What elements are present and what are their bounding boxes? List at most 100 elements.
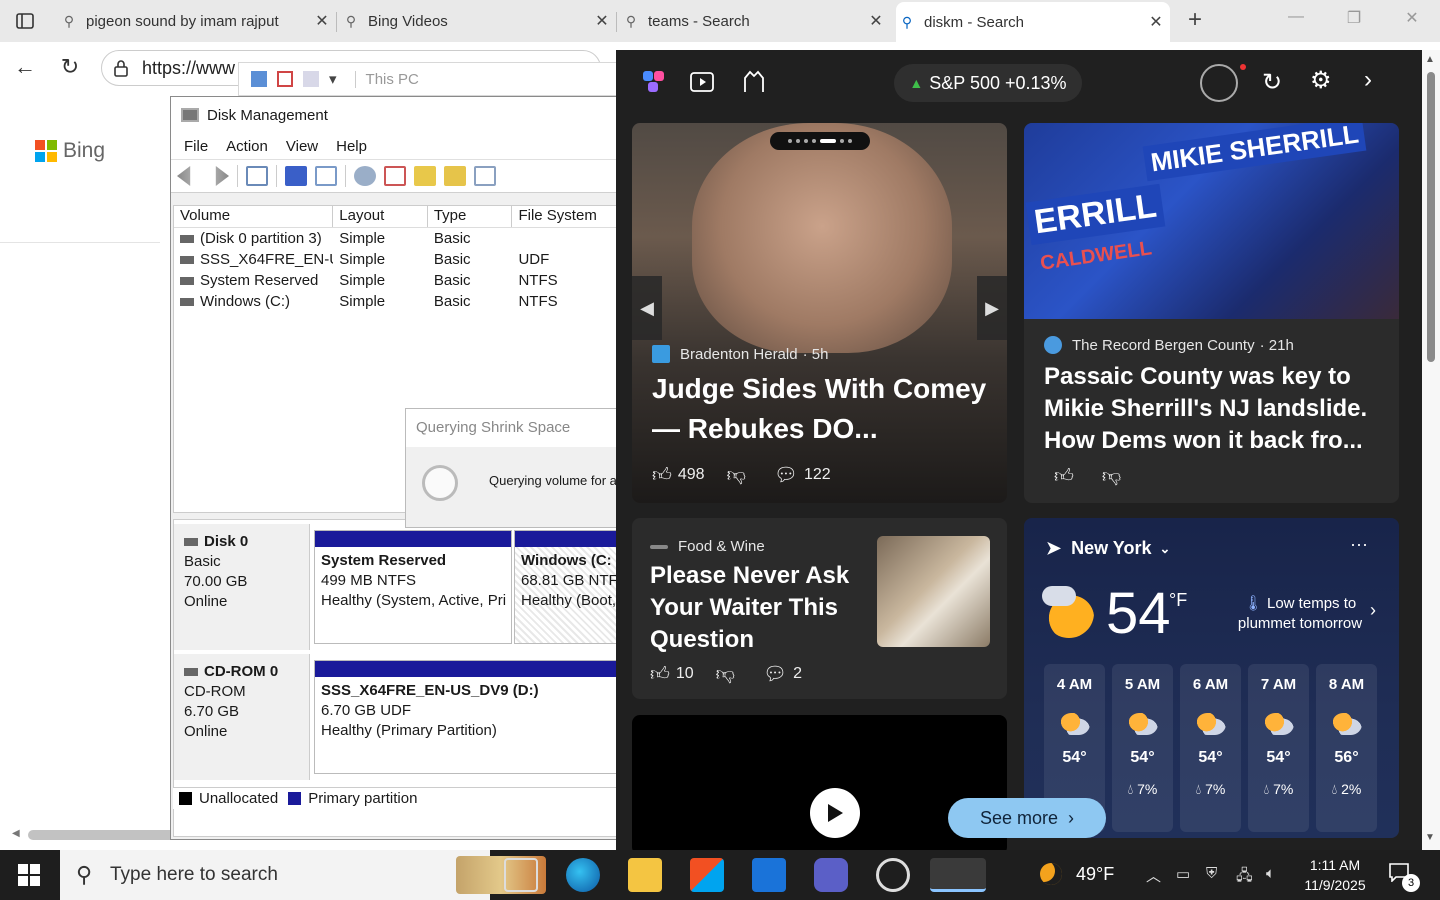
- console-icon[interactable]: [246, 166, 268, 186]
- disk-management-taskbar-icon[interactable]: [930, 858, 986, 892]
- column-volume[interactable]: Volume: [174, 206, 334, 227]
- cdrom-0-info[interactable]: CD-ROM 0 CD-ROM 6.70 GB Online: [174, 654, 310, 780]
- news-card-food-wine[interactable]: Food & Wine Please Never Ask Your Waiter…: [632, 518, 1007, 699]
- close-tab-icon[interactable]: ✕: [1142, 12, 1170, 32]
- minimize-icon[interactable]: —: [1276, 8, 1316, 26]
- disk-0-info[interactable]: Disk 0 Basic 70.00 GB Online: [174, 524, 310, 650]
- forward-icon[interactable]: [215, 166, 229, 186]
- tab-actions-icon[interactable]: [8, 8, 42, 34]
- close-tab-icon[interactable]: ✕: [308, 11, 336, 31]
- volume-icon[interactable]: 🔈︎: [1266, 865, 1275, 882]
- column-type[interactable]: Type: [428, 206, 513, 227]
- close-tab-icon[interactable]: ✕: [862, 11, 890, 31]
- news-headline[interactable]: Please Never Ask Your Waiter This Questi…: [650, 560, 870, 656]
- partition-cdrom-d[interactable]: SSS_X64FRE_EN-US_DV9 (D:) 6.70 GB UDF He…: [314, 660, 620, 774]
- new-folder-icon[interactable]: [414, 166, 436, 186]
- chevron-right-icon[interactable]: ›: [1364, 66, 1372, 94]
- thumbs-down-icon[interactable]: 👎︎: [1102, 465, 1121, 488]
- bing-logo[interactable]: Bing: [35, 139, 105, 163]
- menu-help[interactable]: Help: [327, 138, 376, 155]
- hourly-forecast[interactable]: 5 AM 54° 💧︎ 7%: [1112, 664, 1173, 832]
- close-window-icon[interactable]: ✕: [1392, 8, 1432, 28]
- hourly-forecast[interactable]: 8 AM 56° 💧︎ 2%: [1316, 664, 1377, 832]
- news-headline[interactable]: Judge Sides With Comey — Rebukes DO...: [652, 369, 997, 449]
- table-row[interactable]: SSS_X64FRE_EN-U... Simple Basic UDF: [174, 249, 618, 270]
- table-row[interactable]: Windows (C:) Simple Basic NTFS: [174, 291, 618, 312]
- mail-icon[interactable]: [752, 858, 786, 892]
- video-icon[interactable]: [688, 68, 716, 96]
- hourly-forecast[interactable]: 7 AM 54° 💧︎ 7%: [1248, 664, 1309, 832]
- tab-bing-videos[interactable]: ⚲ Bing Videos ✕: [340, 4, 616, 38]
- network-icon[interactable]: 🖧︎: [1236, 865, 1253, 890]
- carousel-prev-icon[interactable]: ◀: [632, 276, 662, 340]
- properties-icon[interactable]: [474, 166, 496, 186]
- maximize-icon[interactable]: ❐: [1334, 8, 1374, 28]
- meet-now-icon[interactable]: ▭: [1176, 865, 1190, 883]
- thumbs-down-icon[interactable]: 👎︎: [716, 663, 735, 686]
- connect-icon[interactable]: [354, 166, 376, 186]
- menu-file[interactable]: File: [175, 138, 217, 155]
- taskbar-weather[interactable]: 49°F: [1040, 863, 1114, 885]
- play-icon[interactable]: [810, 788, 860, 838]
- thumbs-up-icon[interactable]: 👍︎: [1054, 465, 1074, 488]
- task-view-icon[interactable]: [504, 858, 538, 892]
- edge-icon[interactable]: [566, 858, 600, 892]
- thumbs-up-icon[interactable]: 👍︎: [650, 663, 670, 686]
- news-headline[interactable]: Passaic County was key to Mikie Sherrill…: [1044, 361, 1389, 457]
- scrollbar-thumb[interactable]: [1427, 72, 1435, 362]
- folder-icon[interactable]: [303, 71, 319, 87]
- hourly-forecast[interactable]: 6 AM 54° 💧︎ 7%: [1180, 664, 1241, 832]
- settings-gear-icon[interactable]: ⚙: [1310, 66, 1332, 95]
- clock-app-icon[interactable]: [876, 858, 910, 892]
- dropdown-icon[interactable]: ▾: [329, 70, 337, 88]
- rewards-icon[interactable]: [1200, 64, 1238, 102]
- widgets-scrollbar[interactable]: ▲ ▼: [1422, 50, 1440, 850]
- refresh-icon[interactable]: ↻: [55, 54, 85, 82]
- more-options-icon[interactable]: ···: [1350, 534, 1368, 555]
- refresh-icon[interactable]: ↻: [1262, 68, 1282, 97]
- see-more-button[interactable]: See more ›: [948, 798, 1106, 838]
- table-row[interactable]: System Reserved Simple Basic NTFS: [174, 270, 618, 291]
- properties-icon[interactable]: [277, 71, 293, 87]
- weather-card[interactable]: ➤ New York ⌄ ··· 54 °F 🌡︎ Low temps to p…: [1024, 518, 1399, 838]
- check-icon[interactable]: [384, 166, 406, 186]
- scroll-up-arrow-icon[interactable]: ▲: [1425, 54, 1435, 65]
- back-arrow-icon[interactable]: ←: [10, 54, 40, 82]
- copilot-icon[interactable]: [640, 68, 668, 96]
- taskbar-search-box[interactable]: ⚲ Type here to search: [60, 850, 546, 900]
- tab-diskm-search[interactable]: ⚲ diskm - Search ✕: [896, 2, 1170, 42]
- notification-center-icon[interactable]: 3: [1388, 862, 1420, 892]
- back-icon[interactable]: [177, 166, 191, 186]
- store-icon[interactable]: [690, 858, 724, 892]
- chevron-down-icon[interactable]: ⌄: [1159, 541, 1170, 557]
- news-card-sherrill[interactable]: MIKIE SHERRILL ERRILL CALDWELL The Recor…: [1024, 123, 1399, 503]
- taskbar-clock[interactable]: 1:11 AM 11/9/2025: [1300, 855, 1370, 895]
- teams-icon[interactable]: [814, 858, 848, 892]
- thumbs-up-icon[interactable]: 👍︎: [652, 464, 672, 487]
- search-folder-icon[interactable]: [444, 166, 466, 186]
- security-icon[interactable]: ⛨: [1206, 865, 1217, 882]
- horizontal-scrollbar[interactable]: [28, 830, 178, 840]
- windows-start-icon[interactable]: [18, 864, 40, 886]
- comment-icon[interactable]: 💬︎: [763, 662, 787, 686]
- thumbs-down-icon[interactable]: 👎︎: [727, 464, 746, 487]
- column-file-system[interactable]: File System: [512, 206, 618, 227]
- tab-pigeon-sound[interactable]: ⚲ pigeon sound by imam rajput ✕: [58, 4, 336, 38]
- video-card[interactable]: [632, 715, 1007, 850]
- list-view-icon[interactable]: [315, 166, 337, 186]
- new-tab-button[interactable]: +: [1180, 6, 1210, 36]
- comment-icon[interactable]: 💬︎: [774, 463, 798, 487]
- partition-system-reserved[interactable]: System Reserved 499 MB NTFS Healthy (Sys…: [314, 530, 512, 644]
- scroll-down-arrow-icon[interactable]: ▼: [1425, 832, 1435, 843]
- file-explorer-icon[interactable]: [628, 858, 662, 892]
- tab-teams-search[interactable]: ⚲ teams - Search ✕: [620, 4, 890, 38]
- weather-city[interactable]: New York: [1071, 538, 1151, 559]
- chevron-right-icon[interactable]: ›: [1370, 600, 1376, 621]
- table-row[interactable]: (Disk 0 partition 3) Simple Basic: [174, 228, 618, 249]
- partition-windows-c[interactable]: Windows (C: 68.81 GB NTFS Healthy (Boot,: [514, 530, 620, 644]
- scroll-left-arrow-icon[interactable]: ◀: [12, 828, 20, 839]
- news-card-comey[interactable]: ◀ ▶ Bradenton Herald · 5h Judge Sides Wi…: [632, 123, 1007, 503]
- menu-action[interactable]: Action: [217, 138, 277, 155]
- menu-view[interactable]: View: [277, 138, 327, 155]
- help-icon[interactable]: [285, 166, 307, 186]
